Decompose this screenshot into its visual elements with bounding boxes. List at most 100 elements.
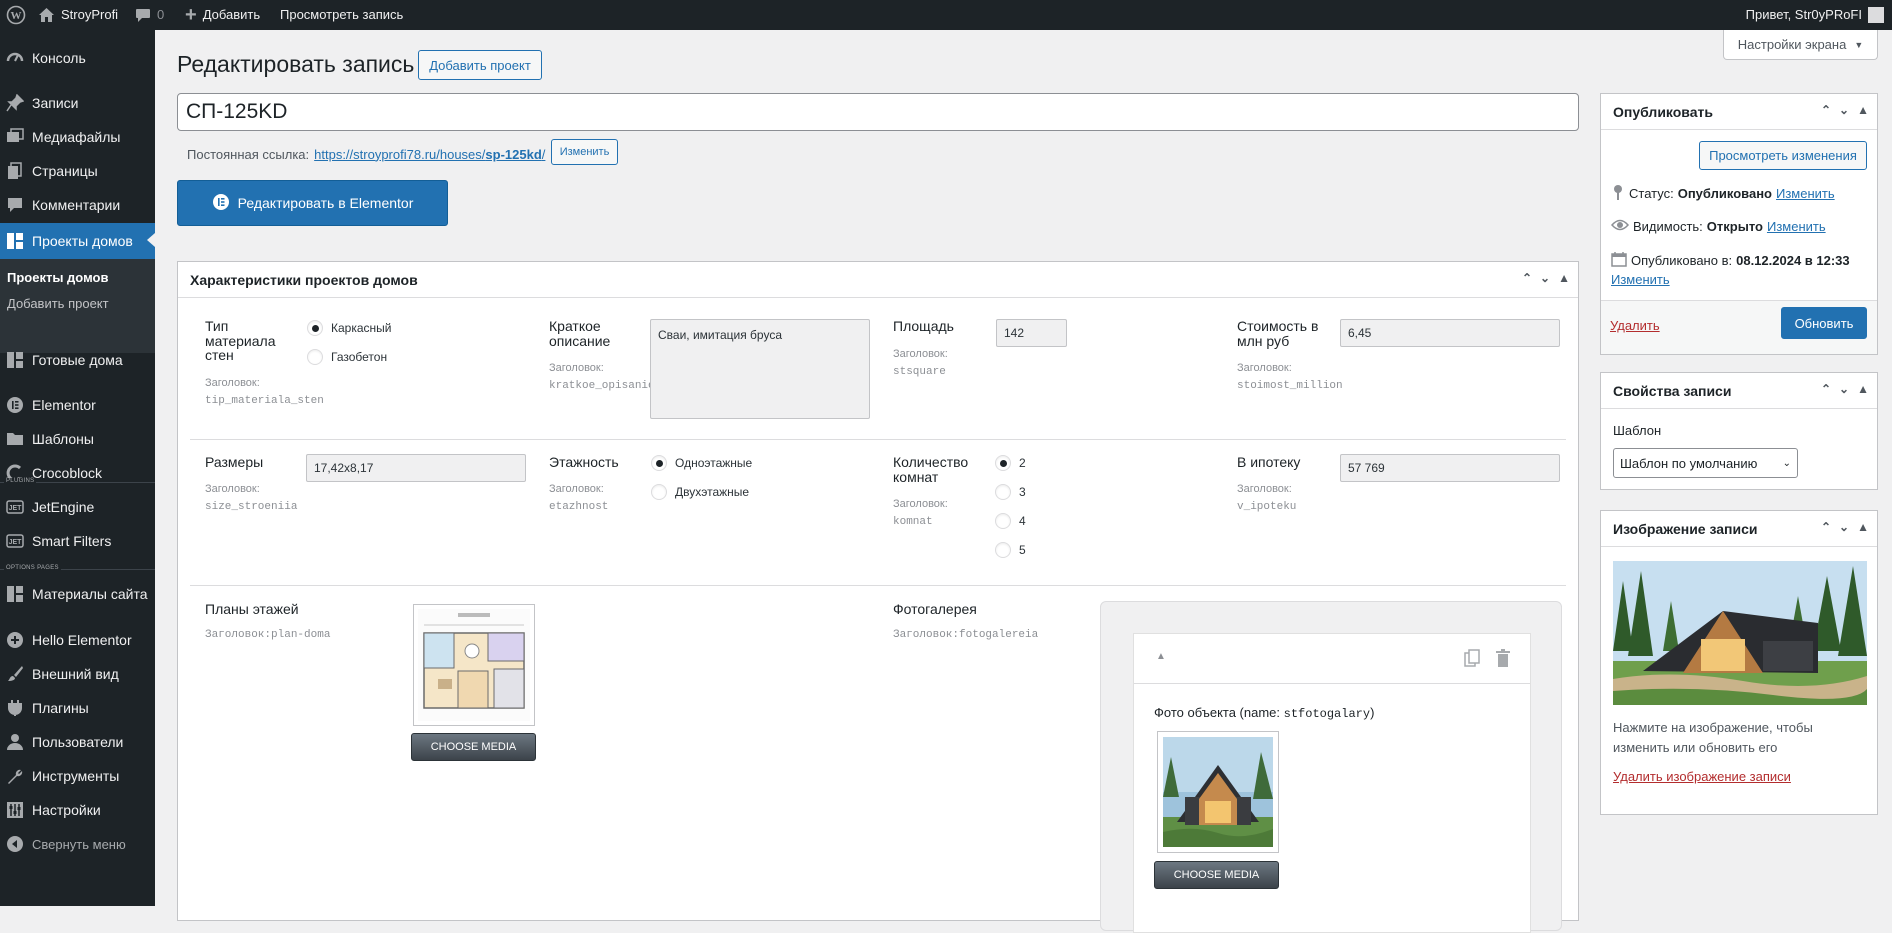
status-edit-link[interactable]: Изменить <box>1776 186 1835 201</box>
sidebar-item-ready-houses[interactable]: Готовые дома <box>0 343 155 377</box>
published-value: 08.12.2024 в 12:33 <box>1736 253 1850 268</box>
toggle-panel-icon[interactable]: ▲ <box>1857 382 1869 396</box>
post-title-input[interactable]: СП-125KD <box>177 93 1579 131</box>
toggle-panel-icon[interactable]: ▲ <box>1857 103 1869 117</box>
permalink-link[interactable]: https://stroyprofi78.ru/houses/sp-125kd/ <box>314 147 545 162</box>
floor-plan-thumbnail[interactable] <box>413 604 535 726</box>
move-down-icon[interactable]: ⌄ <box>1839 520 1849 534</box>
submenu-all-projects[interactable]: Проекты домов <box>7 270 108 285</box>
toggle-panel-icon[interactable]: ▲ <box>1857 520 1869 534</box>
gallery-choose-media-button[interactable]: CHOOSE MEDIA <box>1154 861 1279 889</box>
site-name-link[interactable]: StroyProfi <box>38 0 118 30</box>
toggle-panel-icon[interactable]: ▲ <box>1558 271 1570 285</box>
field-label-area: Площадь <box>893 318 954 334</box>
sidebar-item-comments[interactable]: Комментарии <box>0 188 155 222</box>
radio-rooms-5[interactable]: 5 <box>995 542 1026 558</box>
visibility-edit-link[interactable]: Изменить <box>1767 219 1826 234</box>
sidebar-item-posts[interactable]: Записи <box>0 86 155 120</box>
sidebar-item-smart-filters[interactable]: JET Smart Filters <box>0 524 155 558</box>
sidebar-item-appearance[interactable]: Внешний вид <box>0 657 155 691</box>
sidebar-item-console[interactable]: Консоль <box>0 41 155 75</box>
trash-icon[interactable] <box>1496 649 1510 672</box>
gallery-item-label-text: Фото объекта (name: <box>1154 705 1284 720</box>
hint-key: komnat <box>893 515 933 528</box>
hint-key: stoimost_million <box>1237 379 1343 392</box>
comments-link[interactable]: 0 <box>135 0 164 30</box>
area-input[interactable]: 142 <box>996 319 1067 347</box>
short-desc-textarea[interactable]: Сваи, имитация бруса <box>650 319 870 419</box>
preview-changes-button[interactable]: Просмотреть изменения <box>1699 141 1867 170</box>
comment-bubble-icon <box>136 8 150 22</box>
move-down-icon[interactable]: ⌄ <box>1540 271 1550 285</box>
eye-icon <box>1610 218 1630 235</box>
row-divider <box>190 585 1566 586</box>
permalink-row: Постоянная ссылка: https://stroyprofi78.… <box>187 140 545 168</box>
radio-floors-one[interactable]: Одноэтажные <box>651 455 752 471</box>
copy-icon[interactable] <box>1464 649 1480 672</box>
sidebar-item-users[interactable]: Пользователи <box>0 725 155 759</box>
user-account-menu[interactable]: Привет, Str0yPRoFI <box>1746 0 1884 30</box>
radio-rooms-4[interactable]: 4 <box>995 513 1026 529</box>
sidebar-item-templates[interactable]: Шаблоны <box>0 422 155 456</box>
delete-post-link[interactable]: Удалить <box>1610 318 1660 333</box>
price-input[interactable]: 6,45 <box>1340 319 1560 347</box>
floor-plans-choose-media-button[interactable]: CHOOSE MEDIA <box>411 733 536 761</box>
screen-options-button[interactable]: Настройки экрана ▼ <box>1723 30 1878 60</box>
permalink-edit-button[interactable]: Изменить <box>551 139 618 165</box>
radio-floors-two[interactable]: Двухэтажные <box>651 484 749 500</box>
sidebar-item-site-materials[interactable]: Материалы сайта <box>0 577 155 611</box>
sidebar-item-elementor[interactable]: Elementor <box>0 388 155 422</box>
move-up-icon[interactable]: ⌃ <box>1821 382 1831 396</box>
screen-options-label: Настройки экрана <box>1737 37 1847 52</box>
edit-in-elementor-button[interactable]: Редактировать в Elementor <box>177 180 448 226</box>
move-up-icon[interactable]: ⌃ <box>1821 103 1831 117</box>
sidebar-item-label: Проекты домов <box>32 233 133 249</box>
radio-wall-karkas[interactable]: Каркасный <box>307 320 391 336</box>
hint-key: stsquare <box>893 365 946 378</box>
add-new-link[interactable]: + Добавить <box>185 0 260 30</box>
plug-icon <box>5 698 25 718</box>
sidebar-item-media[interactable]: Медиафайлы <box>0 120 155 154</box>
template-select-value: Шаблон по умолчанию <box>1620 455 1758 471</box>
field-label-floor-plans: Планы этажей <box>205 601 299 617</box>
field-hint-area: Заголовок: stsquare <box>893 346 948 380</box>
wrench-icon <box>5 766 25 786</box>
radio-rooms-3[interactable]: 3 <box>995 484 1026 500</box>
sidebar-item-hello-elementor[interactable]: Hello Elementor <box>0 623 155 657</box>
move-down-icon[interactable]: ⌄ <box>1839 382 1849 396</box>
sidebar-item-plugins[interactable]: Плагины <box>0 691 155 725</box>
gallery-photo-thumbnail[interactable] <box>1157 731 1279 853</box>
mortgage-input[interactable]: 57 769 <box>1340 454 1560 482</box>
sidebar-item-crocoblock[interactable]: Crocoblock <box>0 456 155 490</box>
collapse-triangle-icon[interactable]: ▲ <box>1156 651 1166 662</box>
template-select[interactable]: Шаблон по умолчанию ⌄ <box>1613 448 1798 478</box>
size-input[interactable]: 17,42х8,17 <box>306 454 526 482</box>
field-hint-short-desc: Заголовок: kratkoe_opisanie <box>549 360 655 394</box>
published-date-row: Опубликовано в: 08.12.2024 в 12:33 <box>1611 251 1850 270</box>
wordpress-logo-icon[interactable]: W <box>6 0 26 30</box>
sidebar-item-jetengine[interactable]: JET JetEngine <box>0 490 155 524</box>
jet-logo-icon: JET <box>5 497 25 517</box>
move-down-icon[interactable]: ⌄ <box>1839 103 1849 117</box>
view-post-link[interactable]: Просмотреть запись <box>280 0 403 30</box>
submenu-add-project[interactable]: Добавить проект <box>7 296 109 311</box>
radio-wall-gazobeton[interactable]: Газобетон <box>307 349 387 365</box>
collapse-menu-button[interactable]: Свернуть меню <box>0 827 155 861</box>
featured-image-thumbnail[interactable] <box>1613 561 1867 705</box>
update-button[interactable]: Обновить <box>1781 307 1867 339</box>
add-project-button[interactable]: Добавить проект <box>418 50 542 80</box>
hint-key: etazhnost <box>549 500 609 513</box>
move-up-icon[interactable]: ⌃ <box>1522 271 1532 285</box>
sidebar-item-tools[interactable]: Инструменты <box>0 759 155 793</box>
move-up-icon[interactable]: ⌃ <box>1821 520 1831 534</box>
sidebar-item-pages[interactable]: Страницы <box>0 154 155 188</box>
sidebar-item-settings[interactable]: Настройки <box>0 793 155 827</box>
chevron-down-icon: ⌄ <box>1782 457 1791 469</box>
radio-rooms-2[interactable]: 2 <box>995 455 1026 471</box>
radio-circle <box>307 320 323 336</box>
published-date-edit-link[interactable]: Изменить <box>1611 272 1670 287</box>
sidebar-item-label: Готовые дома <box>32 352 123 368</box>
sidebar-item-projects[interactable]: Проекты домов <box>0 223 155 259</box>
remove-featured-image-link[interactable]: Удалить изображение записи <box>1613 769 1791 784</box>
radio-label: Одноэтажные <box>675 456 753 470</box>
